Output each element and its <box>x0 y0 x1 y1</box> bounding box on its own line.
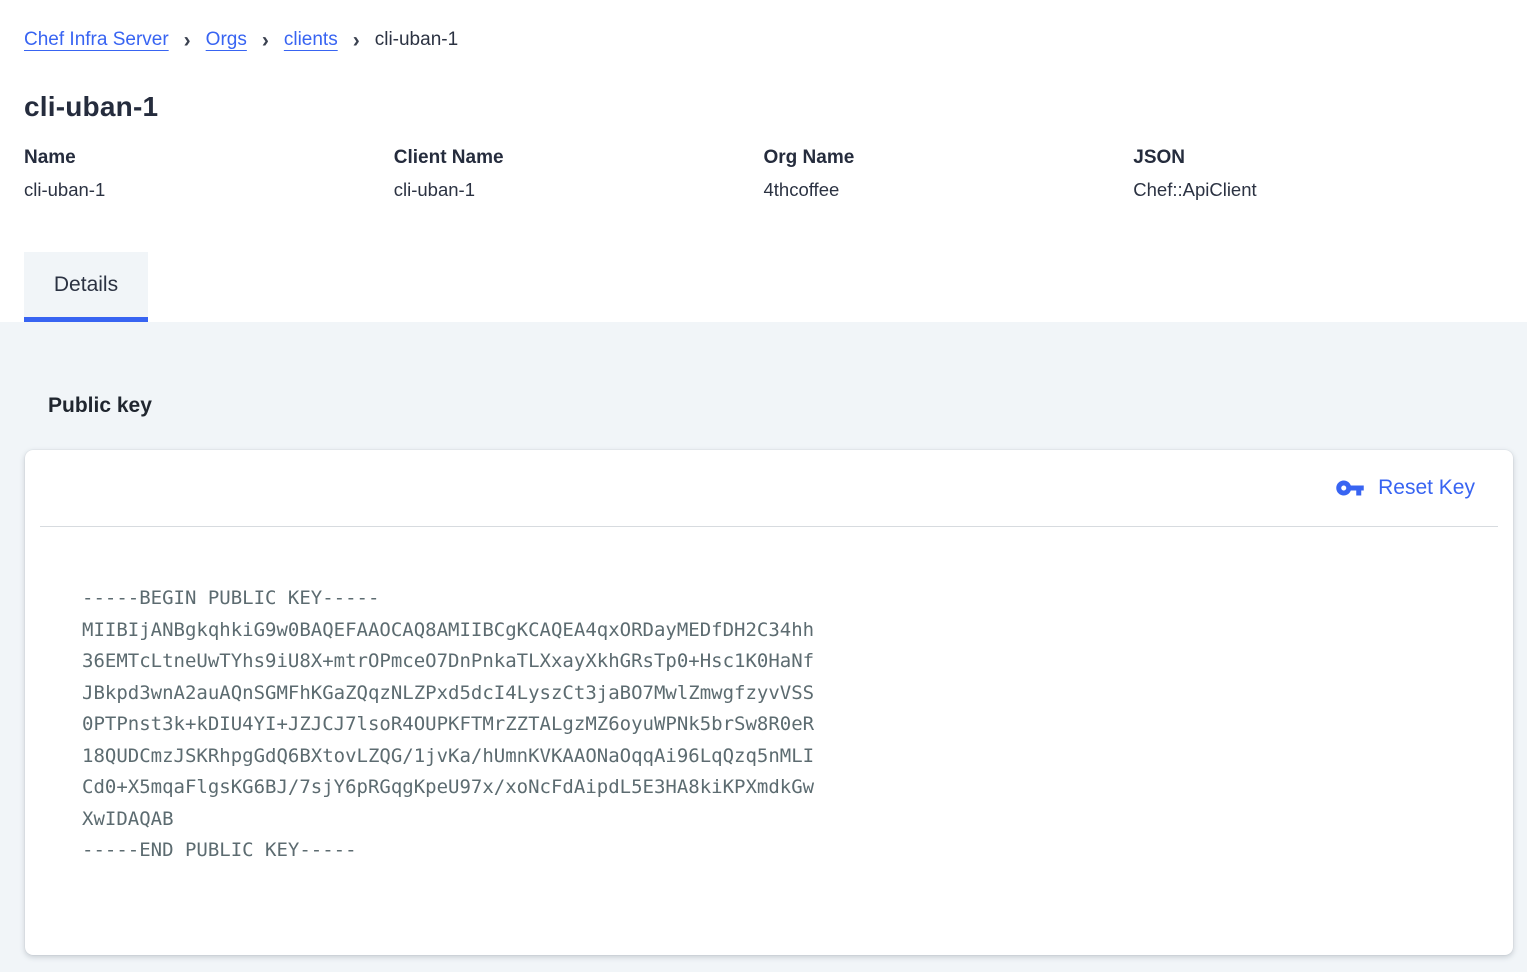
breadcrumb-link-chef-infra-server[interactable]: Chef Infra Server <box>24 27 169 52</box>
public-key-card: Reset Key -----BEGIN PUBLIC KEY----- MII… <box>25 450 1513 955</box>
reset-key-button[interactable]: Reset Key <box>1331 467 1479 509</box>
field-json: JSON Chef::ApiClient <box>1133 147 1503 200</box>
chevron-right-icon: › <box>262 29 269 51</box>
reset-key-label: Reset Key <box>1378 476 1475 500</box>
details-panel: Public key Reset Key -----BEGIN PUBLIC K… <box>0 322 1527 972</box>
public-key-heading: Public key <box>0 322 1527 420</box>
field-client-name-value: cli-uban-1 <box>394 180 764 200</box>
field-org-name: Org Name 4thcoffee <box>764 147 1134 200</box>
field-client-name-label: Client Name <box>394 147 764 169</box>
card-toolbar: Reset Key <box>25 450 1513 526</box>
page-title: cli-uban-1 <box>24 92 1503 122</box>
field-org-name-label: Org Name <box>764 147 1134 169</box>
card-divider <box>40 526 1498 527</box>
client-summary: Name cli-uban-1 Client Name cli-uban-1 O… <box>0 147 1527 200</box>
field-json-label: JSON <box>1133 147 1503 169</box>
breadcrumb-link-orgs[interactable]: Orgs <box>206 27 247 52</box>
field-name: Name cli-uban-1 <box>24 147 394 200</box>
field-org-name-value: 4thcoffee <box>764 180 1134 200</box>
field-json-value: Chef::ApiClient <box>1133 180 1503 200</box>
field-client-name: Client Name cli-uban-1 <box>394 147 764 200</box>
tab-details[interactable]: Details <box>24 252 148 322</box>
breadcrumb-current-client: cli-uban-1 <box>375 27 458 52</box>
breadcrumb-link-clients[interactable]: clients <box>284 27 338 52</box>
chevron-right-icon: › <box>353 29 360 51</box>
public-key-text: -----BEGIN PUBLIC KEY----- MIIBIjANBgkqh… <box>82 583 1513 867</box>
breadcrumb: Chef Infra Server › Orgs › clients › cli… <box>0 0 1527 52</box>
key-icon <box>1335 473 1365 503</box>
field-name-value: cli-uban-1 <box>24 180 394 200</box>
chevron-right-icon: › <box>184 29 191 51</box>
field-name-label: Name <box>24 147 394 169</box>
tab-bar: Details <box>0 252 1527 322</box>
